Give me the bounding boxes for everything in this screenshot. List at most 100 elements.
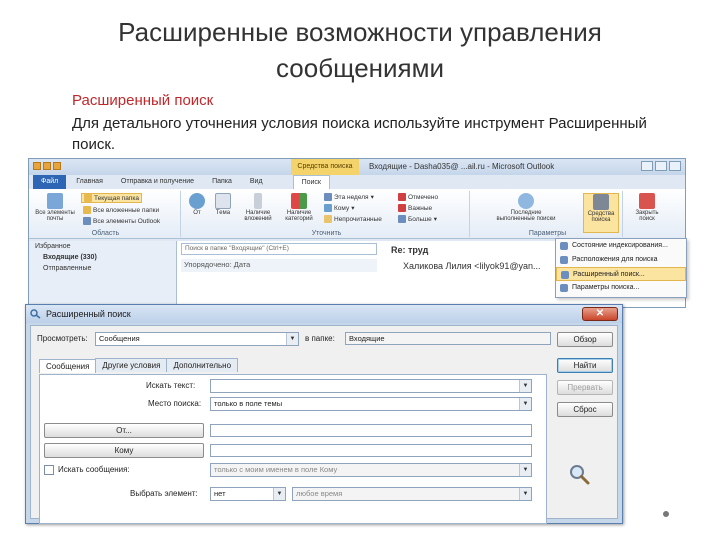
search-tools-menu: Состояние индексирования... Расположения… xyxy=(555,238,687,298)
nav-favorites[interactable]: Избранное xyxy=(29,241,176,252)
calendar-icon xyxy=(324,193,332,201)
all-mail-items-button[interactable]: Все элементы почты xyxy=(33,193,77,222)
tab-view[interactable]: Вид xyxy=(242,175,271,189)
from-input[interactable] xyxy=(210,424,532,437)
chevron-down-icon[interactable]: ▼ xyxy=(519,380,531,392)
where-i-am-label: Искать сообщения: xyxy=(58,465,130,474)
view-select[interactable]: Сообщения ▼ xyxy=(95,332,299,346)
recent-searches-button[interactable]: Последние выполненные поиски xyxy=(493,193,559,222)
browse-button[interactable]: Обзор xyxy=(557,332,613,347)
subfolders-icon xyxy=(83,206,91,214)
new-search-button[interactable]: Сброс xyxy=(557,402,613,417)
important-icon xyxy=(398,204,406,212)
scope-group-label: Область xyxy=(91,230,120,237)
subfolders-button[interactable]: Все вложенные папки xyxy=(83,206,159,214)
outlook-window-title: Входящие - Dasha035@ ...ail.ru - Microso… xyxy=(369,162,555,171)
tab-messages[interactable]: Сообщения xyxy=(39,359,97,373)
search-tools-button[interactable]: Средства поиска xyxy=(583,193,619,233)
ribbon-group-refine: От Тема Наличие вложений Наличие категор… xyxy=(184,191,470,237)
tab-more-choices[interactable]: Другие условия xyxy=(95,358,168,372)
slide-body-text: Для детального уточнения условия поиска … xyxy=(72,115,647,153)
slide-bullet-dot xyxy=(663,511,669,517)
tab-home[interactable]: Главная xyxy=(68,175,111,189)
search-text-label: Искать текст: xyxy=(146,381,196,390)
find-now-button[interactable]: Найти xyxy=(557,358,613,373)
flagged-button[interactable]: Отмечено xyxy=(398,193,438,201)
time-select[interactable]: нет ▼ xyxy=(210,487,286,501)
nav-inbox[interactable]: Входящие (330) xyxy=(29,252,176,263)
where-i-am-checkbox[interactable] xyxy=(44,465,54,475)
close-search-button[interactable]: Закрыть поиск xyxy=(627,193,667,222)
from-button[interactable]: От... xyxy=(44,423,204,438)
in-folder-label: в папке: xyxy=(305,334,335,343)
where-select[interactable]: только в поле темы ▼ xyxy=(210,397,532,411)
from-button[interactable]: От xyxy=(186,193,208,216)
categories-icon xyxy=(291,193,307,209)
envelope-icon xyxy=(324,215,332,223)
chevron-down-icon[interactable]: ▼ xyxy=(519,464,531,476)
person-small-icon xyxy=(324,204,332,212)
dialog-close-button[interactable]: ✕ xyxy=(582,307,618,321)
search-text-input[interactable]: ▼ xyxy=(210,379,532,393)
minimize-icon[interactable] xyxy=(641,161,653,171)
unread-button[interactable]: Непрочитанные xyxy=(324,215,382,223)
time-label: Выбрать элемент: xyxy=(130,489,198,498)
chevron-down-icon[interactable]: ▼ xyxy=(519,398,531,410)
tab-advanced[interactable]: Дополнительно xyxy=(166,358,239,372)
maximize-icon[interactable] xyxy=(655,161,667,171)
navigation-pane: Избранное Входящие (330) Отправленные xyxy=(29,241,177,307)
quick-access-toolbar[interactable] xyxy=(33,162,63,172)
stop-button: Прервать xyxy=(557,380,613,395)
dialog-tabs: Сообщения Другие условия Дополнительно xyxy=(39,358,239,373)
sent-to-button[interactable]: Кому ▾ xyxy=(324,204,354,212)
categorized-button[interactable]: Наличие категорий xyxy=(278,193,320,222)
magnifier-icon xyxy=(570,465,590,485)
menu-indexing-status[interactable]: Состояние индексирования... xyxy=(556,239,686,253)
outlook-items-icon xyxy=(83,217,91,225)
tools-icon xyxy=(593,194,609,210)
dialog-title: Расширенный поиск xyxy=(46,309,131,319)
important-button[interactable]: Важные xyxy=(398,204,432,212)
ribbon-group-scope: Все элементы почты Текущая папка Все вло… xyxy=(31,191,181,237)
advanced-find-dialog: Расширенный поиск ✕ Просмотреть: Сообщен… xyxy=(25,304,623,524)
close-icon[interactable] xyxy=(669,161,681,171)
menu-advanced-find[interactable]: Расширенный поиск... xyxy=(556,267,686,281)
more-button[interactable]: Больше ▾ xyxy=(398,215,437,223)
all-outlook-items-button[interactable]: Все элементы Outlook xyxy=(83,217,160,225)
has-attachments-button[interactable]: Наличие вложений xyxy=(240,193,276,222)
tab-send-receive[interactable]: Отправка и получение xyxy=(113,175,202,189)
ribbon-tabs: Файл Главная Отправка и получение Папка … xyxy=(29,175,685,189)
chevron-down-icon[interactable]: ▼ xyxy=(519,488,531,500)
subject-button[interactable]: Тема xyxy=(210,193,236,216)
refine-group-label: Уточнить xyxy=(311,230,342,237)
close-search-icon xyxy=(639,193,655,209)
dialog-content: Просмотреть: Сообщения ▼ в папке: Входящ… xyxy=(30,325,618,524)
flag-icon xyxy=(398,193,406,201)
tab-search[interactable]: Поиск xyxy=(292,175,330,189)
message-sender: Халикова Лилия <lilyok91@yan... xyxy=(403,261,541,271)
tab-file[interactable]: Файл xyxy=(33,175,67,189)
menu-locations-to-search[interactable]: Расположения для поиска xyxy=(556,253,686,267)
ribbon: Все элементы почты Текущая папка Все вло… xyxy=(29,189,685,239)
tab-folder[interactable]: Папка xyxy=(204,175,240,189)
slide-title: Расширенные возможности управления сообщ… xyxy=(118,17,602,83)
instant-search-input[interactable]: Поиск в папке "Входящие" (Ctrl+E) xyxy=(181,243,377,255)
person-icon xyxy=(189,193,205,209)
menu-search-options[interactable]: Параметры поиска... xyxy=(556,281,686,295)
messages-tab-panel: Искать текст: ▼ Место поиска: только в п… xyxy=(39,374,547,524)
window-controls[interactable] xyxy=(641,161,681,171)
sent-to-button[interactable]: Кому xyxy=(44,443,204,458)
nav-sent[interactable]: Отправленные xyxy=(29,263,176,274)
current-folder-button[interactable]: Текущая папка xyxy=(81,193,142,203)
slide-subtitle: Расширенный поиск xyxy=(72,92,214,109)
chevron-down-icon[interactable]: ▼ xyxy=(273,488,285,500)
this-week-button[interactable]: Эта неделя ▾ xyxy=(324,193,374,201)
document-icon xyxy=(215,193,231,209)
sent-to-input[interactable] xyxy=(210,444,532,457)
ribbon-group-options: Последние выполненные поиски Средства по… xyxy=(473,191,623,237)
arrange-by-row[interactable]: Упорядочено: Дата xyxy=(181,259,377,272)
where-i-am-select[interactable]: только с моим именем в поле Кому ▼ xyxy=(210,463,532,477)
recent-searches-icon xyxy=(518,193,534,209)
chevron-down-icon[interactable]: ▼ xyxy=(286,333,298,345)
time-range-select[interactable]: любое время ▼ xyxy=(292,487,532,501)
